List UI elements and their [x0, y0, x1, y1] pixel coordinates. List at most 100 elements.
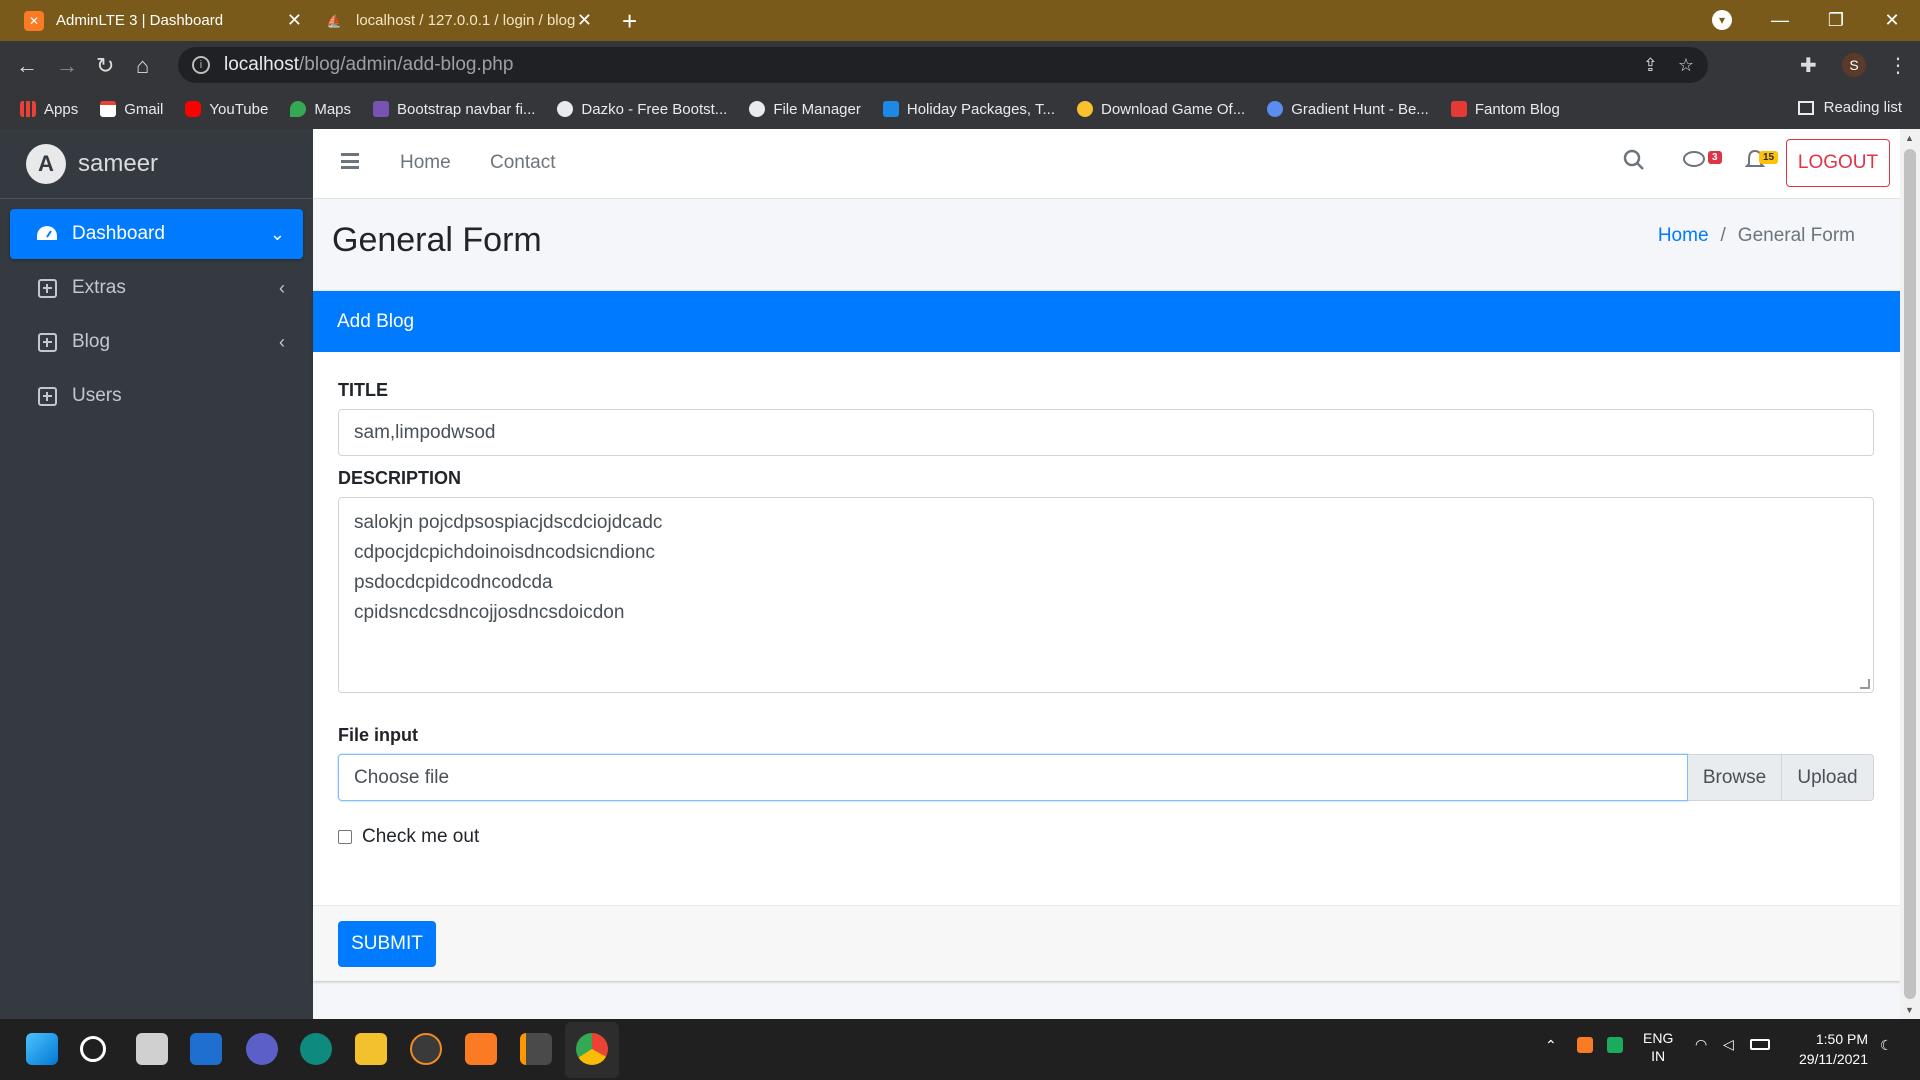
bookmark-file-manager[interactable]: File Manager	[749, 101, 861, 118]
bookmark-apps[interactable]: Apps	[20, 101, 78, 118]
content-header: General Form Home / General Form	[313, 199, 1900, 291]
chevron-left-icon: ‹	[279, 277, 285, 298]
share-icon[interactable]: ⇪	[1643, 55, 1658, 76]
sublime-text-icon[interactable]	[520, 1033, 552, 1065]
menu-kebab-icon[interactable]: ⋮	[1888, 53, 1908, 78]
logout-button[interactable]: LOGOUT	[1786, 139, 1890, 187]
profile-avatar[interactable]: S	[1842, 53, 1866, 77]
youtube-icon	[185, 101, 202, 117]
notification-center-icon[interactable]: ☾	[1880, 1037, 1893, 1054]
card-title: Add Blog	[313, 291, 1900, 352]
windows-taskbar: ⌃ ENG IN ◠ ◁ 1:50 PM 29/11/2021 ☾	[0, 1019, 1920, 1080]
region-code: IN	[1651, 1048, 1666, 1064]
nav-home-link[interactable]: Home	[400, 152, 451, 174]
bookmark-label: Apps	[44, 100, 79, 118]
volume-icon[interactable]: ◁	[1723, 1036, 1734, 1053]
xampp-tray-icon[interactable]	[1577, 1037, 1593, 1053]
file-input[interactable]: Choose file	[338, 754, 1688, 801]
breadcrumb: Home / General Form	[1658, 225, 1855, 247]
comments-icon[interactable]	[1683, 149, 1707, 177]
resize-handle[interactable]	[1860, 679, 1870, 689]
brand-link[interactable]: A sameer	[0, 129, 313, 199]
plus-square-icon	[36, 385, 58, 407]
breadcrumb-home-link[interactable]: Home	[1658, 225, 1709, 246]
description-textarea[interactable]: salokjn pojcdpsospiacjdscdciojdcadc cdpo…	[338, 497, 1874, 693]
scroll-up-icon[interactable]: ▲	[1905, 133, 1914, 143]
sidebar-item-blog[interactable]: Blog ‹	[10, 317, 303, 367]
bookmark-fantom-blog[interactable]: Fantom Blog	[1450, 101, 1560, 118]
close-icon[interactable]: ✕	[287, 10, 302, 31]
xampp-icon[interactable]	[465, 1033, 497, 1065]
bookmark-bootstrap[interactable]: Bootstrap navbar fi...	[373, 101, 535, 118]
reload-icon[interactable]: ↻	[96, 53, 114, 79]
wifi-icon[interactable]: ◠	[1695, 1036, 1707, 1053]
sidebar: A sameer Dashboard ⌄ Extras ‹ Blog ‹ Use…	[0, 129, 313, 1019]
info-icon[interactable]: i	[192, 56, 210, 74]
tab-admin-dashboard[interactable]: ✕ AdminLTE 3 | Dashboard ✕	[0, 0, 312, 41]
scrollbar-thumb[interactable]	[1904, 149, 1916, 999]
sidebar-item-label: Users	[72, 385, 122, 406]
description-line: cpidsncdcsdncojjosdncsdoicdon	[354, 602, 625, 623]
page-scrollbar[interactable]: ▲ ▼	[1900, 129, 1920, 1019]
bookmark-gmail[interactable]: Gmail	[100, 101, 163, 118]
bookmark-youtube[interactable]: YouTube	[185, 101, 268, 118]
title-input[interactable]: sam,limpodwsod	[338, 409, 1874, 456]
bookmark-dazko[interactable]: Dazko - Free Bootst...	[557, 101, 727, 118]
bookmark-download-game[interactable]: Download Game Of...	[1077, 101, 1245, 118]
upload-button[interactable]: Upload	[1782, 754, 1874, 801]
scroll-down-icon[interactable]: ▼	[1905, 1005, 1914, 1015]
tray-app-icon[interactable]	[1607, 1037, 1623, 1053]
star-icon[interactable]: ☆	[1678, 55, 1694, 76]
forward-arrow-icon[interactable]: →	[56, 53, 78, 79]
close-icon[interactable]: ✕	[577, 10, 592, 31]
windows-start-icon[interactable]	[26, 1033, 58, 1065]
task-view-icon[interactable]	[136, 1033, 168, 1065]
sidebar-nav: Dashboard ⌄ Extras ‹ Blog ‹ Users	[0, 199, 313, 421]
battery-icon[interactable]	[1750, 1039, 1770, 1050]
chevron-down-icon[interactable]: ▾	[1712, 10, 1732, 30]
chevron-up-icon[interactable]: ⌃	[1545, 1037, 1557, 1054]
sidebar-item-dashboard[interactable]: Dashboard ⌄	[10, 209, 303, 259]
nav-contact-link[interactable]: Contact	[490, 152, 555, 174]
sidebar-item-label: Extras	[72, 277, 126, 298]
check-me-out-checkbox[interactable]	[338, 830, 352, 844]
widgets-icon[interactable]	[190, 1033, 222, 1065]
bookmark-label: Bootstrap navbar fi...	[397, 100, 536, 118]
teams-chat-icon[interactable]	[246, 1033, 278, 1065]
chrome-icon[interactable]	[576, 1033, 608, 1065]
messages-badge: 3	[1708, 151, 1722, 164]
card-footer: SUBMIT	[313, 905, 1900, 981]
file-explorer-icon[interactable]	[355, 1033, 387, 1065]
submit-button[interactable]: SUBMIT	[338, 921, 436, 967]
add-blog-card: Add Blog TITLE sam,limpodwsod DESCRIPTIO…	[313, 291, 1900, 981]
url-input[interactable]: i localhost/blog/admin/add-blog.php ⇪ ☆	[178, 47, 1708, 83]
hamburger-menu-icon[interactable]	[341, 153, 359, 169]
browse-button[interactable]: Browse	[1688, 754, 1782, 801]
tab-phpmyadmin[interactable]: ⛵ localhost / 127.0.0.1 / login / blog ✕	[316, 0, 602, 41]
check-me-out-label[interactable]: Check me out	[362, 826, 479, 848]
minimize-icon[interactable]: —	[1752, 10, 1808, 31]
bookmark-maps[interactable]: Maps	[290, 101, 351, 118]
search-icon[interactable]	[1623, 149, 1645, 177]
bookmark-holiday[interactable]: Holiday Packages, T...	[882, 100, 1055, 118]
new-tab-icon[interactable]: +	[622, 6, 637, 37]
home-icon[interactable]: ⌂	[136, 53, 149, 79]
language-indicator[interactable]: ENG IN	[1643, 1029, 1673, 1065]
restore-icon[interactable]: ❐	[1808, 10, 1864, 31]
reading-list[interactable]: Reading list	[1797, 99, 1902, 116]
clock[interactable]: 1:50 PM 29/11/2021	[1799, 1029, 1868, 1069]
back-arrow-icon[interactable]: ←	[16, 53, 38, 79]
bookmark-gradient-hunt[interactable]: Gradient Hunt - Be...	[1267, 101, 1429, 118]
sidebar-item-extras[interactable]: Extras ‹	[10, 263, 303, 313]
phpmyadmin-icon: ⛵	[326, 13, 342, 28]
eclipse-icon[interactable]	[410, 1033, 442, 1065]
extensions-icon[interactable]: ✚	[1800, 53, 1817, 78]
sidebar-item-users[interactable]: Users	[10, 371, 303, 421]
xampp-icon: ✕	[24, 10, 44, 31]
description-line: salokjn pojcdpsospiacjdscdciojdcadc	[354, 512, 663, 533]
window-close-icon[interactable]: ✕	[1864, 10, 1920, 31]
edge-icon[interactable]	[300, 1033, 332, 1065]
bookmark-label: Holiday Packages, T...	[906, 100, 1055, 118]
search-icon[interactable]	[80, 1036, 106, 1062]
adminlte-logo-icon: A	[26, 143, 66, 184]
